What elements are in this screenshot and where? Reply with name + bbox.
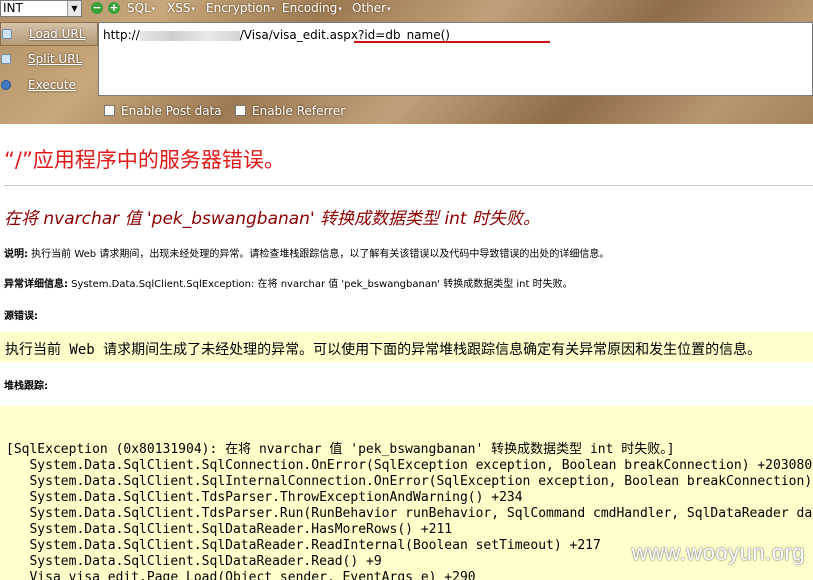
menu-sql-label: SQL <box>127 1 151 15</box>
checkbox-icon[interactable] <box>235 105 246 116</box>
db-type-select[interactable]: INT ▼ <box>0 0 82 17</box>
menu-encoding[interactable]: Encoding▾ <box>282 0 342 17</box>
exception-details: 异常详细信息: System.Data.SqlClient.SqlExcepti… <box>4 275 573 290</box>
stack-line: System.Data.SqlClient.TdsParser.ThrowExc… <box>6 490 523 505</box>
menu-xss[interactable]: XSS▾ <box>167 0 195 17</box>
stack-line: [SqlException (0x80131904): 在将 nvarchar … <box>6 442 675 457</box>
url-highlight-underline <box>354 41 550 43</box>
stack-trace-label: 堆栈跟踪: <box>4 381 48 392</box>
stack-line: System.Data.SqlClient.SqlInternalConnect… <box>6 474 813 489</box>
db-type-value: INT <box>3 1 23 15</box>
hackbar-toolbar: INT ▼ − + SQL▾ XSS▾ Encryption▾ Encoding… <box>0 0 813 124</box>
enable-referrer-label: Enable Referrer <box>252 104 346 118</box>
enable-referrer-checkbox[interactable]: Enable Referrer <box>235 104 345 118</box>
description-label: 说明: <box>4 249 28 260</box>
dropdown-arrow-icon: ▾ <box>271 4 275 13</box>
source-error-box: 执行当前 Web 请求期间生成了未经处理的异常。可以使用下面的异常堆栈跟踪信息确… <box>0 332 813 362</box>
exception-label: 异常详细信息: <box>4 279 68 290</box>
load-url-label: Load URL <box>29 27 86 41</box>
error-page: “/”应用程序中的服务器错误。 在将 nvarchar 值 'pek_bswan… <box>0 124 813 580</box>
exception-text: System.Data.SqlClient.SqlException: 在将 n… <box>68 279 573 290</box>
execute-label: Execute <box>28 78 76 92</box>
execute-icon <box>1 80 11 90</box>
execute-button[interactable]: Execute <box>0 74 98 98</box>
split-url-button[interactable]: Split URL <box>0 48 98 72</box>
split-url-label: Split URL <box>28 52 83 66</box>
minus-icon[interactable]: − <box>91 2 103 14</box>
dropdown-arrow-icon: ▾ <box>191 4 195 13</box>
stack-line: System.Data.SqlClient.SqlDataReader.HasM… <box>6 522 453 537</box>
stack-line: System.Data.SqlClient.TdsParser.Run(RunB… <box>29 506 813 521</box>
dropdown-arrow-icon: ▾ <box>151 4 156 13</box>
checkbox-icon[interactable] <box>104 105 115 116</box>
url-path: /Visa/visa_edit.aspx?id=db_name() <box>239 28 450 42</box>
divider <box>4 185 813 186</box>
menu-other[interactable]: Other▾ <box>352 0 391 17</box>
url-textarea[interactable]: http:// /Visa/visa_edit.aspx?id=db_name() <box>98 22 813 96</box>
description-text: 执行当前 Web 请求期间，出现未经处理的异常。请检查堆栈跟踪信息，以了解有关该… <box>28 249 610 260</box>
hackbar-menubar: INT ▼ − + SQL▾ XSS▾ Encryption▾ Encoding… <box>0 0 813 18</box>
load-url-button[interactable]: Load URL <box>0 22 98 46</box>
error-subtitle: 在将 nvarchar 值 'pek_bswangbanan' 转换成数据类型 … <box>4 209 541 229</box>
stack-trace-box: [SqlException (0x80131904): 在将 nvarchar … <box>0 406 813 580</box>
menu-sql[interactable]: SQL▾ <box>127 0 155 17</box>
watermark: www.wooyun.org <box>631 540 805 565</box>
menu-encoding-label: Encoding <box>282 1 338 15</box>
menu-encryption-label: Encryption <box>206 1 271 15</box>
error-description: 说明: 执行当前 Web 请求期间，出现未经处理的异常。请检查堆栈跟踪信息，以了… <box>4 245 609 260</box>
stack-line: Visa_visa_edit.Page_Load(Object sender, … <box>6 570 476 580</box>
split-url-icon <box>1 54 11 64</box>
dropdown-arrow-icon: ▾ <box>387 4 391 13</box>
menu-other-label: Other <box>352 1 387 15</box>
enable-post-checkbox[interactable]: Enable Post data <box>104 104 222 118</box>
load-url-icon <box>2 29 12 39</box>
page-title: “/”应用程序中的服务器错误。 <box>4 148 285 172</box>
source-error-label: 源错误: <box>4 311 38 322</box>
menu-xss-label: XSS <box>167 1 191 15</box>
menu-encryption[interactable]: Encryption▾ <box>206 0 275 17</box>
stack-line: System.Data.SqlClient.SqlConnection.OnEr… <box>6 458 813 473</box>
dropdown-arrow-icon: ▾ <box>338 4 342 13</box>
url-redacted-host <box>139 30 240 41</box>
chevron-down-icon: ▼ <box>67 1 81 16</box>
enable-post-label: Enable Post data <box>121 104 222 118</box>
plus-icon[interactable]: + <box>108 2 120 14</box>
source-error-text: 执行当前 Web 请求期间生成了未经处理的异常。可以使用下面的异常堆栈跟踪信息确… <box>5 342 762 358</box>
url-prefix: http:// <box>103 28 140 42</box>
